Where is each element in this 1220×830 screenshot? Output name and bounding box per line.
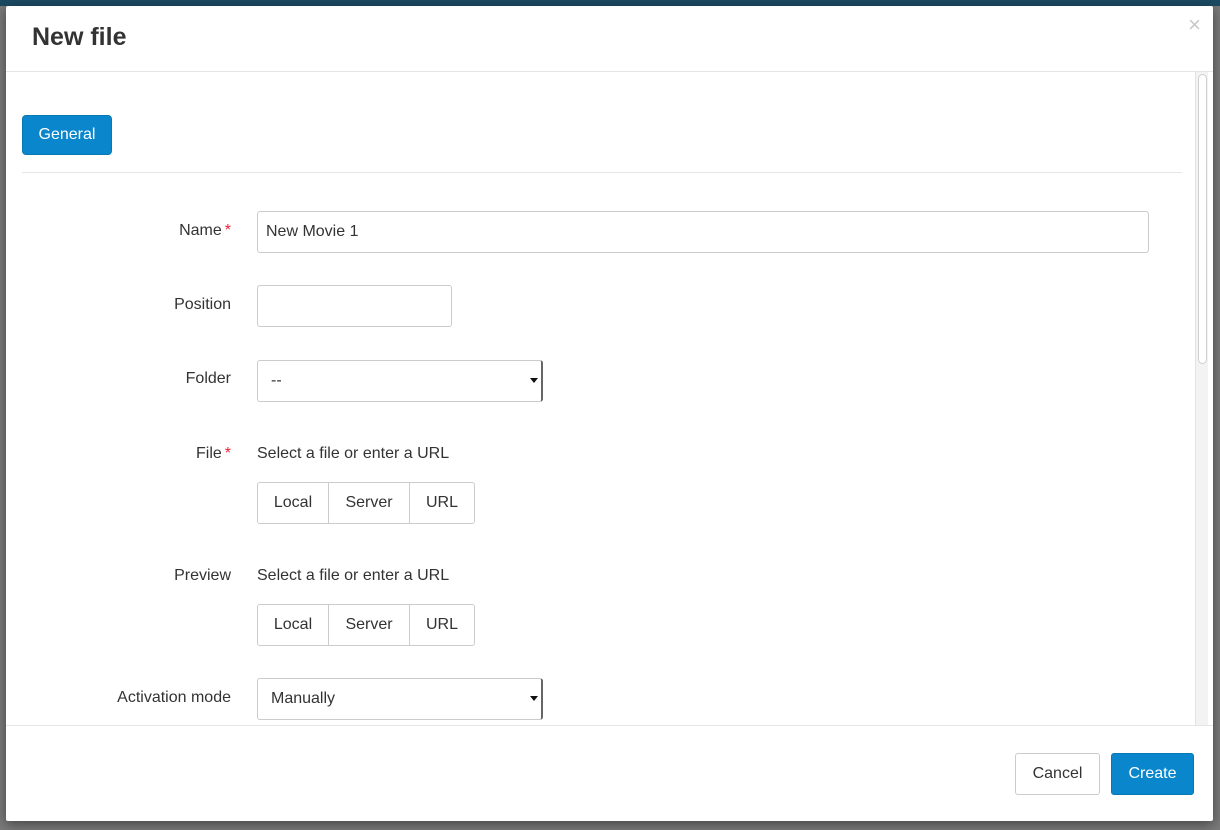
preview-server-button[interactable]: Server [328,604,410,646]
caret-down-icon [530,378,538,383]
new-file-dialog: New file × General Name * New Movie 1 Pos… [6,6,1213,821]
create-button[interactable]: Create [1111,753,1194,795]
file-required-marker: * [224,445,231,462]
folder-select[interactable]: -- [257,360,543,402]
name-label-text: Name [179,222,222,239]
preview-url-button[interactable]: URL [409,604,475,646]
tabs-divider [22,172,1182,173]
name-input[interactable]: New Movie 1 [257,211,1149,253]
dialog-title: New file [32,23,127,51]
activation-mode-select[interactable]: Manually [257,678,543,720]
dialog-header: New file × [6,6,1213,72]
close-icon[interactable]: × [1188,12,1201,38]
scrollbar-thumb[interactable] [1198,74,1207,364]
position-input[interactable] [257,285,452,327]
activation-mode-label: Activation mode [117,689,231,706]
preview-help-text: Select a file or enter a URL [257,567,450,584]
file-help-text: Select a file or enter a URL [257,445,450,462]
file-source-buttons: Local Server URL [257,482,475,524]
folder-select-value: -- [271,372,282,389]
dialog-body: General Name * New Movie 1 Position Folde… [6,72,1213,725]
file-url-button[interactable]: URL [409,482,475,524]
activation-mode-value: Manually [271,690,336,707]
folder-label: Folder [185,370,231,387]
cancel-button[interactable]: Cancel [1015,753,1100,795]
name-required-marker: * [224,222,231,239]
position-label: Position [174,296,231,313]
dialog-footer: Cancel Create [6,725,1213,821]
preview-source-buttons: Local Server URL [257,604,475,646]
file-label-text: File [195,445,222,462]
file-server-button[interactable]: Server [328,482,410,524]
caret-down-icon [530,696,538,701]
name-label: Name * [179,222,231,240]
preview-local-button[interactable]: Local [257,604,329,646]
preview-label: Preview [174,567,231,584]
file-local-button[interactable]: Local [257,482,329,524]
dialog-scrollbar[interactable] [1195,72,1208,725]
tab-general[interactable]: General [22,115,112,155]
file-label: File * [196,445,231,463]
